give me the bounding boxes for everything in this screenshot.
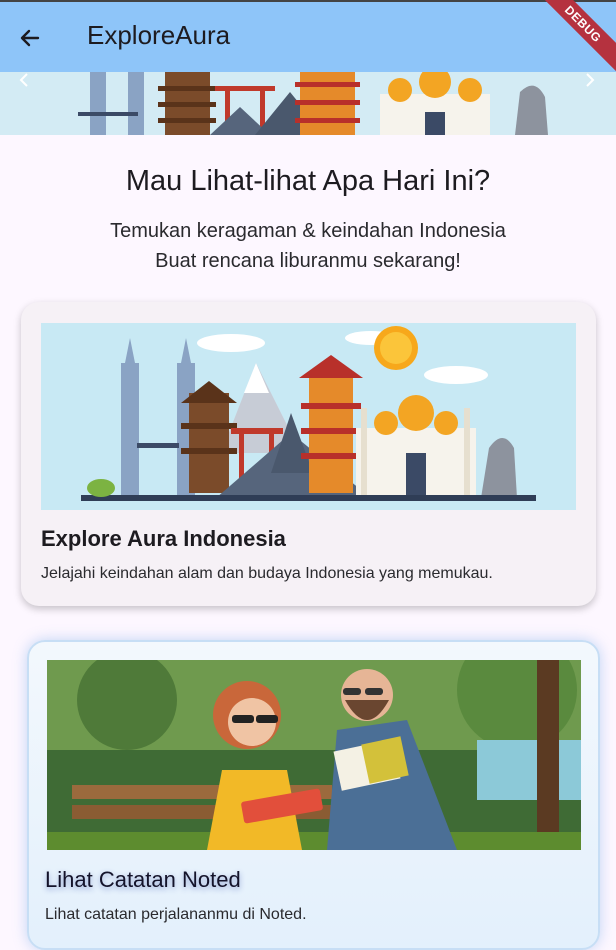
subtitle-line-2: Buat rencana liburanmu sekarang!	[155, 250, 461, 272]
back-button[interactable]	[10, 18, 50, 58]
page-subtitle: Temukan keragaman & keindahan Indonesia …	[0, 216, 616, 276]
app-title: ExploreAura	[87, 20, 231, 50]
debug-banner: DEBUG	[529, 0, 616, 78]
chevron-right-icon	[586, 73, 595, 87]
hero-carousel[interactable]	[0, 72, 616, 135]
explore-aura-card[interactable]: Explore Aura Indonesia Jelajahi keindaha…	[21, 302, 596, 606]
explore-aura-image	[41, 323, 576, 510]
arrow-left-icon	[20, 29, 40, 47]
subtitle-line-1: Temukan keragaman & keindahan Indonesia	[110, 220, 506, 242]
card-description: Jelajahi keindahan alam dan budaya Indon…	[41, 565, 493, 582]
chevron-left-icon	[19, 73, 28, 87]
carousel-prev-button[interactable]	[14, 72, 34, 88]
carousel-next-button[interactable]	[580, 72, 600, 88]
page-heading: Mau Lihat-lihat Apa Hari Ini?	[125, 165, 491, 197]
landmarks-illustration	[0, 72, 616, 135]
card-title: Lihat Catatan Noted	[45, 867, 241, 892]
card-description: Lihat catatan perjalananmu di Noted.	[45, 906, 307, 923]
card-title: Explore Aura Indonesia	[41, 526, 286, 551]
app-bar: ExploreAura DEBUG	[0, 0, 616, 78]
lihat-catatan-card[interactable]: Lihat Catatan Noted Lihat catatan perjal…	[27, 640, 600, 950]
noted-image	[47, 660, 581, 850]
